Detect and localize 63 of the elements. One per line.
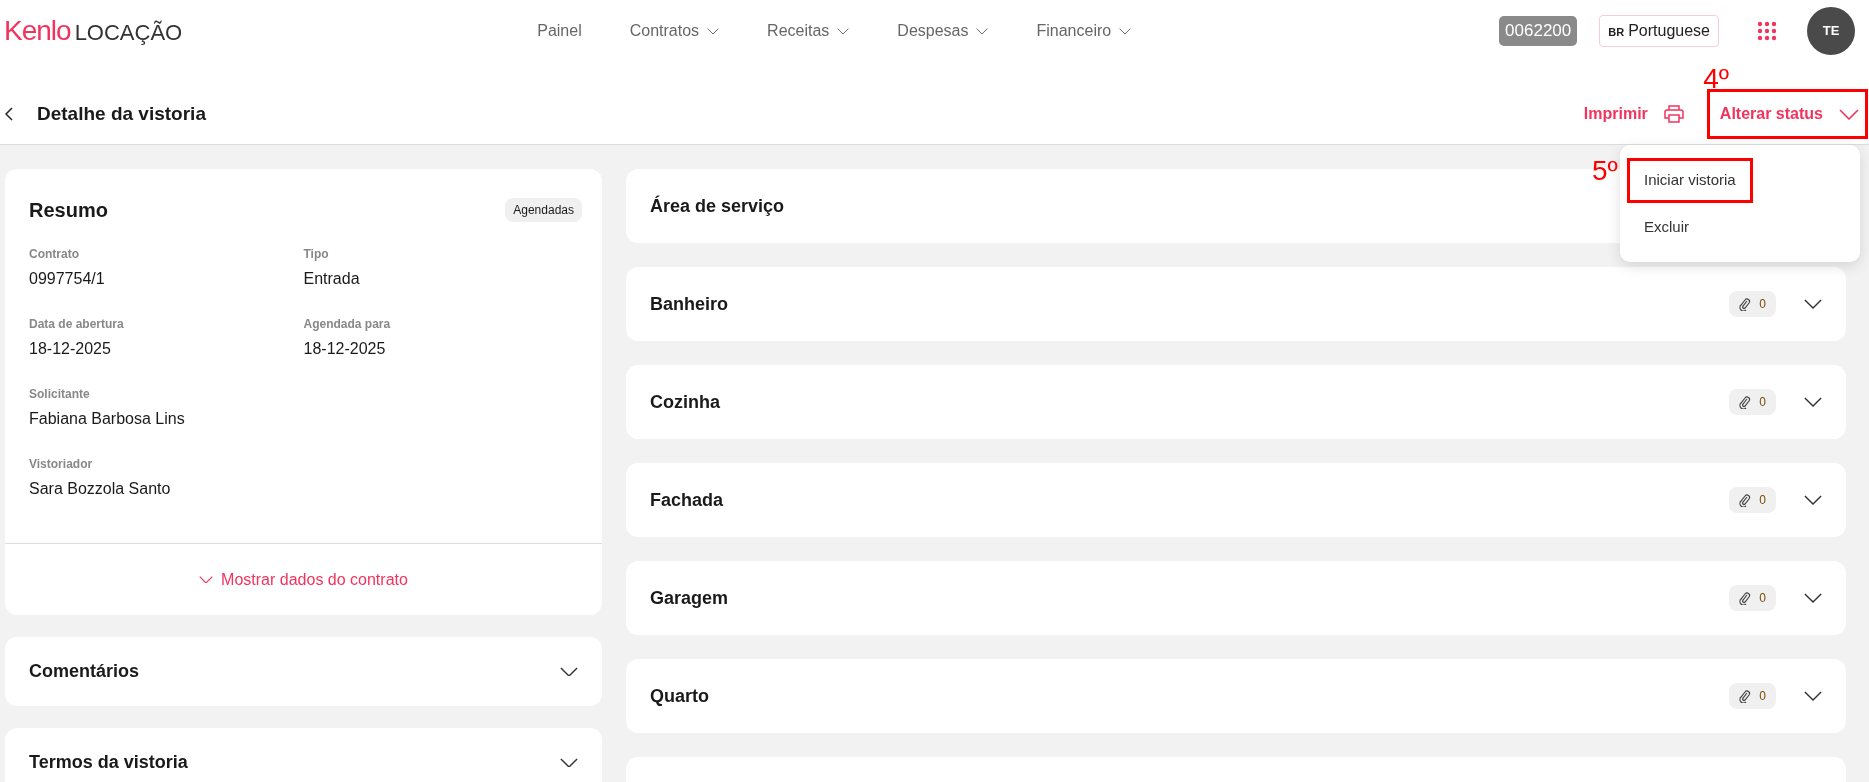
field-value: 18-12-2025 [303, 339, 387, 359]
chevron-icon [976, 27, 989, 35]
paperclip-icon [1739, 591, 1752, 605]
field-value: Fabiana Barbosa Lins [29, 409, 186, 429]
nav-link[interactable]: Contratos [629, 19, 720, 43]
account-code: 0062200 [1499, 16, 1578, 46]
chevron-icon [1804, 691, 1822, 701]
page-title: Detalhe da vistoria [37, 101, 206, 126]
menu-item[interactable]: Excluir [1630, 207, 1703, 246]
field-value: 0997754/1 [29, 269, 106, 289]
card-title: Resumo [29, 198, 108, 223]
nav-link[interactable]: Receitas [767, 19, 850, 43]
accordion-header[interactable]: Comentários [5, 637, 602, 706]
field-label: Solicitante [29, 386, 91, 403]
apps-grid-icon[interactable] [1757, 21, 1777, 41]
attachment-count: 0 [1729, 487, 1776, 513]
chevron-icon [1804, 593, 1822, 603]
paperclip-icon [1739, 689, 1752, 703]
attachment-count: 0 [1729, 683, 1776, 709]
chevron-icon [560, 757, 578, 768]
nav-link[interactable]: Financeiro [1036, 19, 1132, 43]
paperclip-icon [1739, 297, 1752, 311]
paperclip-icon [1739, 395, 1752, 409]
room-accordion[interactable]: Quarto 0 [626, 659, 1846, 733]
language-selector[interactable]: BR Portuguese [1599, 15, 1719, 47]
field-label: Agendada para [303, 316, 392, 333]
chevron-icon [1119, 27, 1132, 35]
product-name: LOCAÇÃO [74, 19, 183, 47]
status-badge: Agendadas [505, 198, 582, 222]
accordion-header[interactable]: Termos da vistoria [5, 728, 602, 782]
room-accordion[interactable]: Garagem 0 [626, 561, 1846, 635]
status-button[interactable]: Alterar status [1709, 92, 1865, 136]
field-value: 18-12-2025 [29, 339, 112, 359]
attachment-count: 0 [1729, 291, 1776, 317]
field-label: Vistoriador [29, 456, 94, 473]
nav-link[interactable]: Despesas [897, 19, 989, 43]
chevron-icon [560, 666, 578, 677]
attachment-count: 0 [1729, 585, 1776, 611]
chevron-icon [1804, 397, 1822, 407]
print-button[interactable]: Imprimir [1577, 101, 1690, 127]
annotation-label: 4º [1703, 65, 1729, 93]
chevron-icon [707, 27, 720, 35]
field-label: Data de abertura [29, 316, 125, 333]
room-accordion[interactable]: Fachada 0 [626, 463, 1846, 537]
back-icon[interactable] [5, 107, 13, 121]
chevron-icon [1804, 495, 1822, 505]
chevron-icon [199, 575, 214, 584]
attachment-count: 0 [1729, 389, 1776, 415]
field-value: Sara Bozzola Santo [29, 479, 172, 499]
nav-link[interactable]: Painel [537, 19, 582, 43]
chevron-icon [1804, 299, 1822, 309]
printer-icon [1663, 105, 1684, 123]
room-accordion[interactable]: Cozinha 0 [626, 365, 1846, 439]
chevron-icon [1839, 108, 1859, 120]
field-value: Entrada [303, 269, 361, 289]
logo[interactable]: Kenlo [4, 10, 71, 52]
show-contract-link[interactable]: Mostrar dados do contrato [193, 566, 414, 593]
chevron-icon [837, 27, 850, 35]
field-label: Contrato [29, 246, 80, 263]
user-avatar[interactable]: TE [1807, 7, 1855, 55]
paperclip-icon [1739, 493, 1752, 507]
field-label: Tipo [303, 246, 330, 263]
room-accordion[interactable]: Banheiro 0 [626, 267, 1846, 341]
